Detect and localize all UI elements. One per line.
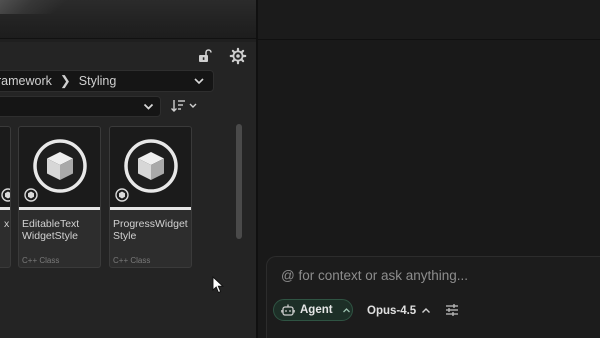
breadcrumb-segment[interactable]: Styling	[79, 74, 117, 88]
scrollbar[interactable]	[236, 124, 242, 239]
chat-composer: @ for context or ask anything... Agent O…	[266, 256, 600, 338]
breadcrumb[interactable]: ramework ❯ Styling	[0, 70, 214, 92]
asset-tile[interactable]: EditableText WidgetStyle C++ Class	[18, 126, 101, 268]
chat-header	[258, 0, 600, 40]
breadcrumb-segment[interactable]: ramework	[0, 74, 52, 88]
asset-grid: x EditableText WidgetStyle C++ Class Pro…	[0, 122, 256, 298]
model-label: Opus-4.5	[367, 305, 417, 317]
gear-icon[interactable]	[229, 47, 247, 65]
chevron-right-icon: ❯	[59, 73, 71, 88]
cpp-class-badge-icon	[1, 188, 10, 202]
asset-type-label: C++ Class	[113, 256, 151, 265]
viewport-preview	[0, 0, 258, 39]
unlock-icon[interactable]	[196, 48, 212, 64]
content-browser: ramework ❯ Styling x EditableText Widget…	[0, 42, 256, 338]
cube-icon	[123, 138, 179, 194]
model-selector[interactable]: Opus-4.5	[367, 302, 431, 320]
chat-panel: @ for context or ask anything... Agent O…	[258, 0, 600, 338]
viewport-highlight	[0, 0, 70, 14]
asset-type-bar	[0, 207, 10, 210]
asset-tile[interactable]: ProgressWidget Style C++ Class	[109, 126, 192, 268]
asset-type-label: C++ Class	[22, 256, 60, 265]
chevron-up-icon	[421, 306, 431, 316]
asset-type-bar	[110, 207, 191, 210]
chevron-down-icon[interactable]	[193, 75, 205, 87]
search-input[interactable]	[0, 96, 161, 117]
chevron-up-icon	[342, 306, 351, 315]
content-browser-panel: ramework ❯ Styling x EditableText Widget…	[0, 0, 258, 338]
chevron-down-icon[interactable]	[142, 100, 155, 113]
agent-mode-label: Agent	[300, 304, 333, 316]
cpp-class-badge-icon	[115, 188, 129, 202]
sort-icon[interactable]	[170, 97, 200, 115]
sliders-icon[interactable]	[444, 302, 460, 318]
asset-name: x	[4, 218, 10, 230]
agent-mode-button[interactable]: Agent	[273, 299, 353, 321]
cpp-class-badge-icon	[24, 188, 38, 202]
cube-icon	[32, 138, 88, 194]
asset-type-bar	[19, 207, 100, 210]
chat-input[interactable]: @ for context or ask anything...	[281, 267, 581, 285]
asset-tile[interactable]: x	[0, 126, 11, 268]
asset-name: ProgressWidget Style	[113, 218, 188, 242]
robot-icon	[281, 303, 295, 317]
asset-name: EditableText WidgetStyle	[22, 218, 80, 242]
